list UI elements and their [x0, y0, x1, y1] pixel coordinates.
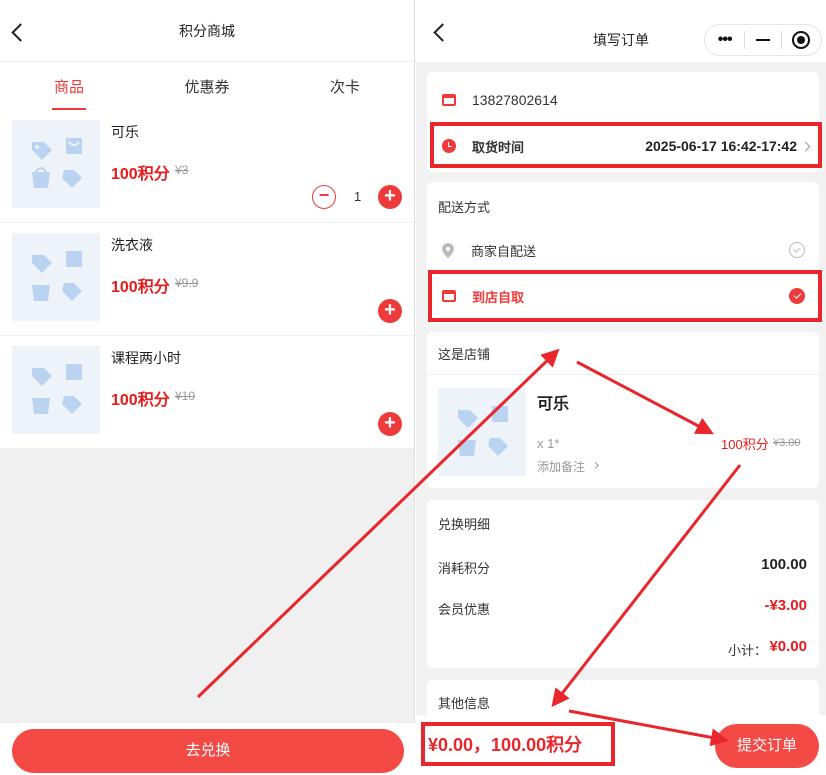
close-icon[interactable] [782, 31, 821, 49]
other-info-card: 其他信息 [427, 680, 819, 720]
product-name: 可乐 [111, 124, 139, 140]
member-discount-value: -¥3.00 [764, 597, 807, 614]
subtotal-value: ¥0.00 [769, 638, 807, 655]
delivery-title: 配送方式 [438, 200, 491, 215]
unchecked-icon[interactable] [789, 242, 805, 258]
delivery-option-merchant[interactable]: 商家自配送 [427, 238, 819, 262]
subtotal-label: 小计： [727, 643, 767, 658]
decrease-button[interactable]: − [312, 185, 336, 209]
store-icon [442, 94, 456, 106]
option-label: 商家自配送 [471, 243, 537, 259]
order-item-original-price: ¥3.00 [773, 437, 801, 449]
order-item-quantity: x 1* [537, 436, 560, 451]
screenshot-root: 积分商城 商品 优惠券 次卡 可乐 100积分 ¥3 − 1 + 洗衣液 100… [0, 0, 826, 775]
product-name: 课程两小时 [111, 350, 181, 366]
highlight-box [421, 722, 615, 766]
bottom-bar: 去兑换 [0, 723, 415, 775]
points-value: 100.00 [761, 556, 807, 573]
product-placeholder-image [12, 346, 100, 434]
product-name: 洗衣液 [111, 237, 153, 253]
minimize-icon[interactable] [745, 39, 780, 41]
order-item-name: 可乐 [537, 396, 570, 413]
nav-bar: 填写订单 ••• [416, 0, 826, 62]
tab-goods[interactable]: 商品 [0, 62, 138, 110]
redeem-button[interactable]: 去兑换 [12, 729, 404, 773]
product-price: 100积分 [111, 166, 170, 183]
highlight-box [428, 270, 822, 322]
divider [427, 374, 819, 375]
submit-order-button[interactable]: 提交订单 [715, 724, 819, 768]
page-title: 积分商城 [179, 22, 235, 39]
nav-bar: 积分商城 [0, 0, 414, 62]
order-item-price: 100积分 [721, 437, 769, 452]
store-name: 这是店铺 [438, 347, 491, 362]
phone-row[interactable]: 13827802614 [427, 88, 819, 112]
list-item[interactable]: 可乐 100积分 ¥3 − 1 + [0, 110, 414, 223]
add-button[interactable]: + [378, 412, 402, 436]
detail-title: 兑换明细 [438, 517, 491, 532]
list-item[interactable]: 洗衣液 100积分 ¥9.9 + [0, 223, 414, 336]
points-label: 消耗积分 [438, 561, 491, 576]
order-panel: 填写订单 ••• 13827802614 取货时间 2025-06-17 16:… [416, 0, 826, 775]
add-button[interactable]: + [378, 299, 402, 323]
product-original-price: ¥9.9 [175, 276, 199, 290]
more-icon[interactable]: ••• [705, 31, 744, 49]
points-mall-panel: 积分商城 商品 优惠券 次卡 可乐 100积分 ¥3 − 1 + 洗衣液 100… [0, 0, 415, 775]
location-pin-icon [442, 242, 454, 258]
miniprogram-capsule: ••• [704, 24, 822, 56]
back-icon[interactable] [11, 23, 30, 42]
member-discount-label: 会员优惠 [438, 602, 491, 617]
highlight-box [430, 122, 822, 168]
tab-coupons[interactable]: 优惠券 [138, 62, 276, 110]
add-remark-link[interactable]: 添加备注 [537, 458, 585, 475]
product-original-price: ¥3 [175, 163, 189, 177]
product-price: 100积分 [111, 392, 170, 409]
phone-number: 13827802614 [472, 92, 558, 108]
list-item[interactable]: 课程两小时 100积分 ¥10 + [0, 336, 414, 449]
goods-list: 可乐 100积分 ¥3 − 1 + 洗衣液 100积分 ¥9.9 + 课程两小时… [0, 110, 414, 449]
product-placeholder-image [12, 233, 100, 321]
redeem-detail-card: 兑换明细 消耗积分 100.00 会员优惠 -¥3.00 小计： ¥0.00 [427, 500, 819, 668]
product-placeholder-image [12, 120, 100, 208]
product-placeholder-image [438, 388, 526, 476]
category-tabs: 商品 优惠券 次卡 [0, 62, 414, 110]
other-info-title: 其他信息 [438, 696, 491, 711]
tab-cards[interactable]: 次卡 [276, 62, 414, 110]
product-original-price: ¥10 [175, 389, 196, 403]
quantity-value: 1 [354, 189, 362, 204]
chevron-right-icon [591, 461, 600, 470]
store-card: 这是店铺 可乐 x 1* 添加备注 100积分 ¥3.00 [427, 332, 819, 488]
product-price: 100积分 [111, 279, 170, 296]
increase-button[interactable]: + [378, 185, 402, 209]
